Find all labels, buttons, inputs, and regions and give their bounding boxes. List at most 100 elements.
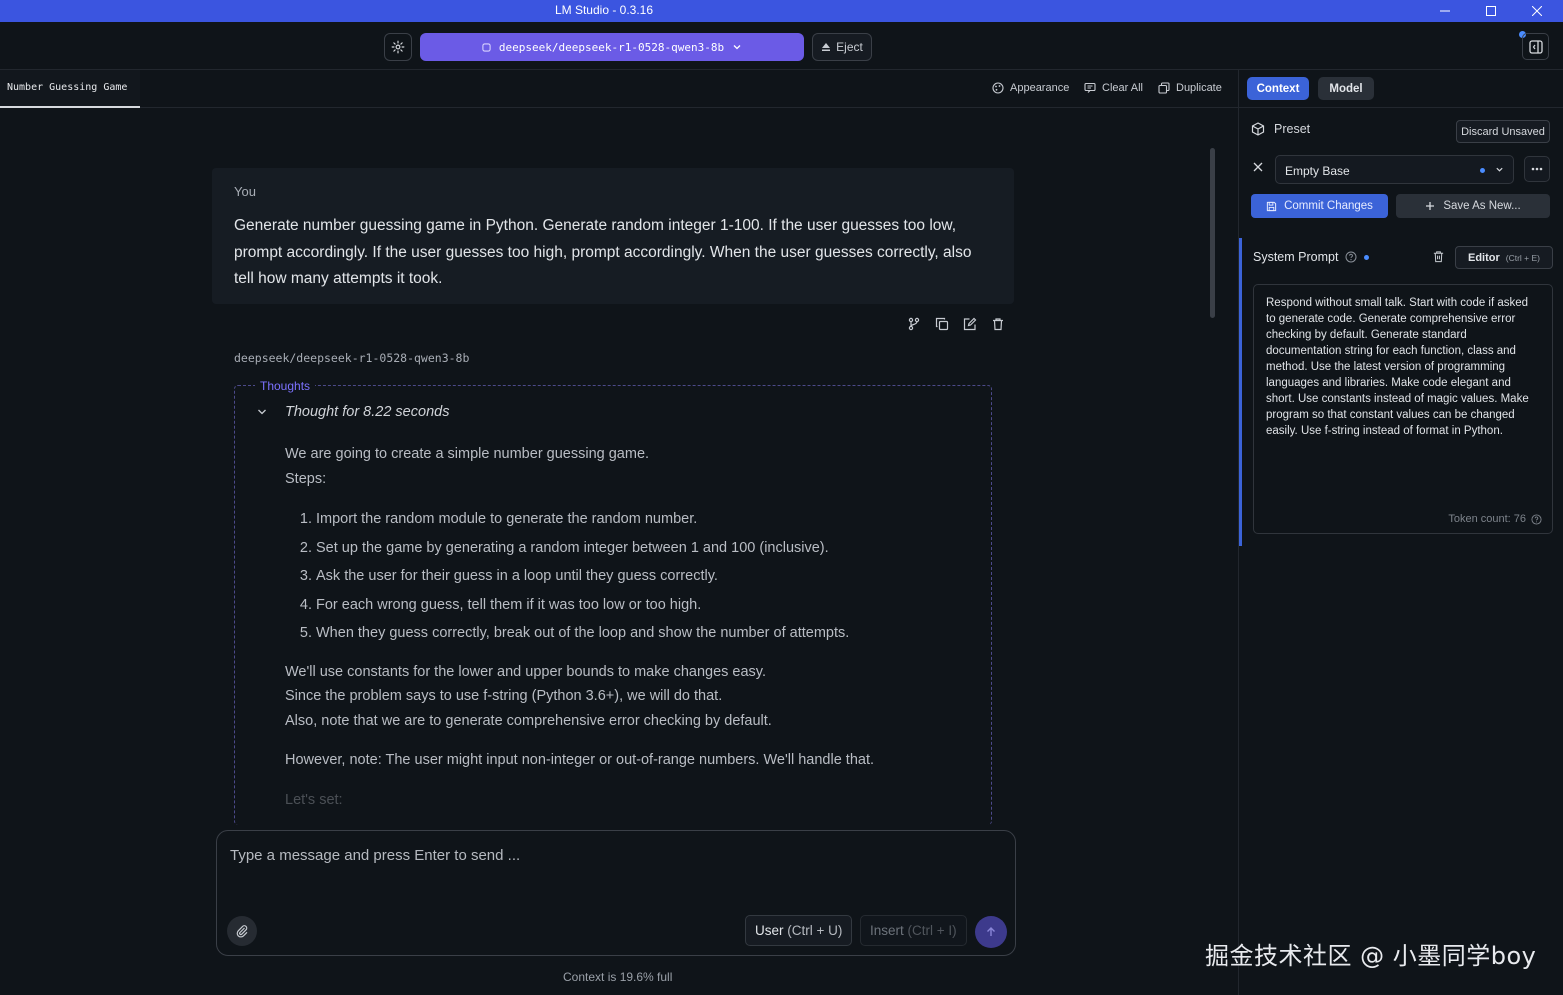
insert-label: Insert [870, 923, 904, 938]
edit-icon [963, 317, 977, 331]
plus-icon [1426, 202, 1435, 210]
appearance-label: Appearance [1010, 82, 1070, 94]
model-name: deepseek/deepseek-r1-0528-qwen3-8b [498, 40, 725, 54]
insert-button[interactable]: Insert (Ctrl + I) [860, 915, 967, 946]
list-item: When they guess correctly, break out of … [316, 619, 965, 648]
thought-line: Also, note that we are to generate compr… [285, 712, 772, 729]
user-role-button-label: User [755, 923, 784, 938]
chevron-down-icon [733, 45, 741, 50]
editor-label: Editor [1467, 251, 1500, 264]
eject-label: Eject [836, 40, 863, 54]
send-button[interactable] [975, 916, 1007, 948]
maximize-icon [1486, 6, 1496, 16]
duplicate-button[interactable]: Duplicate [1158, 82, 1222, 94]
gear-icon [391, 40, 405, 54]
thought-line: We are going to create a simple number g… [285, 446, 650, 462]
thoughts-block: Thoughts Thought for 8.22 seconds We are… [234, 379, 992, 825]
thoughts-label: Thoughts [255, 379, 316, 393]
token-count: Token count: 76 [1448, 511, 1542, 527]
save-as-label: Save As New... [1443, 200, 1521, 212]
right-panel: Context Model Preset Discard Unsaved Emp… [1238, 70, 1563, 995]
clear-system-prompt-button[interactable] [1432, 250, 1445, 263]
branch-button[interactable] [906, 316, 922, 332]
user-message-text: Generate number guessing game in Python.… [234, 217, 972, 287]
palette-icon [992, 82, 1004, 94]
tab-model[interactable]: Model [1318, 77, 1374, 100]
thought-duration: Thought for 8.22 seconds [285, 404, 450, 420]
chat-header: Number Guessing Game Appearance Clear Al… [0, 70, 1238, 108]
commit-changes-button[interactable]: Commit Changes [1251, 194, 1388, 218]
unsaved-dot [1480, 168, 1485, 173]
eject-button[interactable]: Eject [812, 33, 872, 61]
context-usage: Context is 19.6% full [563, 970, 673, 984]
watermark: 掘金技术社区 @ 小墨同学boy [1205, 942, 1537, 970]
thought-line: Steps: [285, 470, 327, 487]
close-icon [1532, 6, 1542, 16]
save-icon [1266, 201, 1277, 211]
unsaved-dot [1364, 254, 1370, 260]
system-prompt-label: System Prompt [1253, 250, 1339, 264]
trash-icon [993, 318, 1003, 331]
clear-all-label: Clear All [1102, 82, 1143, 94]
preset-value: Empty Base [1285, 164, 1350, 178]
sidebar-toggle-button[interactable] [1522, 33, 1549, 60]
system-prompt-header: System Prompt [1253, 250, 1370, 264]
panel-icon [1528, 39, 1543, 54]
insert-shortcut: (Ctrl + I) [907, 923, 957, 938]
appearance-button[interactable]: Appearance [992, 82, 1069, 94]
clear-preset-button[interactable] [1253, 162, 1263, 172]
duplicate-label: Duplicate [1176, 82, 1222, 94]
preset-select[interactable]: Empty Base [1275, 155, 1514, 184]
copy-button[interactable] [934, 316, 950, 332]
list-item: Set up the game by generating a random i… [316, 534, 965, 563]
assistant-model-name: deepseek/deepseek-r1-0528-qwen3-8b [234, 351, 470, 365]
user-role-label: You [234, 184, 256, 199]
system-prompt-textarea[interactable]: Respond without small talk. Start with c… [1253, 284, 1553, 534]
attach-button[interactable] [227, 916, 257, 946]
message-input-placeholder: Type a message and press Enter to send .… [230, 847, 521, 864]
cube-icon [1251, 122, 1265, 136]
list-item: Ask the user for their guess in a loop u… [316, 562, 965, 591]
clear-all-button[interactable]: Clear All [1084, 82, 1143, 94]
edit-button[interactable] [962, 316, 978, 332]
preset-header: Preset [1251, 122, 1310, 136]
discard-unsaved-button[interactable]: Discard Unsaved [1456, 120, 1550, 143]
message-actions [906, 316, 1006, 332]
window-title: LM Studio - 0.3.16 [554, 3, 654, 17]
model-chip-icon [482, 42, 491, 52]
trash-icon [1433, 251, 1444, 263]
user-message: You Generate number guessing game in Pyt… [212, 168, 1014, 304]
user-role-button[interactable]: User (Ctrl + U) [745, 915, 853, 946]
copy-icon [935, 317, 949, 331]
more-icon [1531, 167, 1543, 171]
tab-number-guessing-game[interactable]: Number Guessing Game [0, 70, 140, 108]
system-prompt-section: System Prompt Editor (Ctrl + E) Respond … [1239, 238, 1563, 546]
model-selector[interactable]: deepseek/deepseek-r1-0528-qwen3-8b [420, 33, 804, 61]
message-input[interactable]: Type a message and press Enter to send .… [216, 830, 1016, 956]
token-count-label: Token count: 76 [1448, 513, 1526, 525]
user-shortcut: (Ctrl + U) [787, 923, 843, 938]
list-item: Import the random module to generate the… [316, 505, 965, 534]
divider [1239, 107, 1563, 108]
title-bar: LM Studio - 0.3.16 [0, 0, 1563, 22]
preset-more-button[interactable] [1524, 156, 1550, 182]
maximize-button[interactable] [1468, 0, 1514, 22]
chat-scrollbar[interactable] [1210, 148, 1215, 318]
thought-line: However, note: The user might input non-… [285, 752, 875, 768]
thoughts-toggle[interactable]: Thought for 8.22 seconds [257, 404, 449, 420]
thought-line: We'll use constants for the lower and up… [285, 663, 767, 680]
editor-shortcut: (Ctrl + E) [1505, 252, 1541, 263]
commit-label: Commit Changes [1284, 200, 1373, 212]
editor-button[interactable]: Editor (Ctrl + E) [1455, 246, 1553, 269]
chevron-down-icon [1496, 167, 1503, 172]
tab-context[interactable]: Context [1247, 77, 1309, 100]
delete-button[interactable] [990, 316, 1006, 332]
save-as-new-button[interactable]: Save As New... [1396, 194, 1550, 218]
minimize-button[interactable] [1422, 0, 1468, 22]
thought-steps: Import the random module to generate the… [300, 505, 965, 648]
close-window-button[interactable] [1514, 0, 1560, 22]
thoughts-content: We are going to create a simple number g… [285, 442, 965, 812]
help-icon[interactable] [1345, 251, 1357, 263]
settings-button[interactable] [384, 33, 412, 61]
close-icon [1253, 162, 1263, 172]
